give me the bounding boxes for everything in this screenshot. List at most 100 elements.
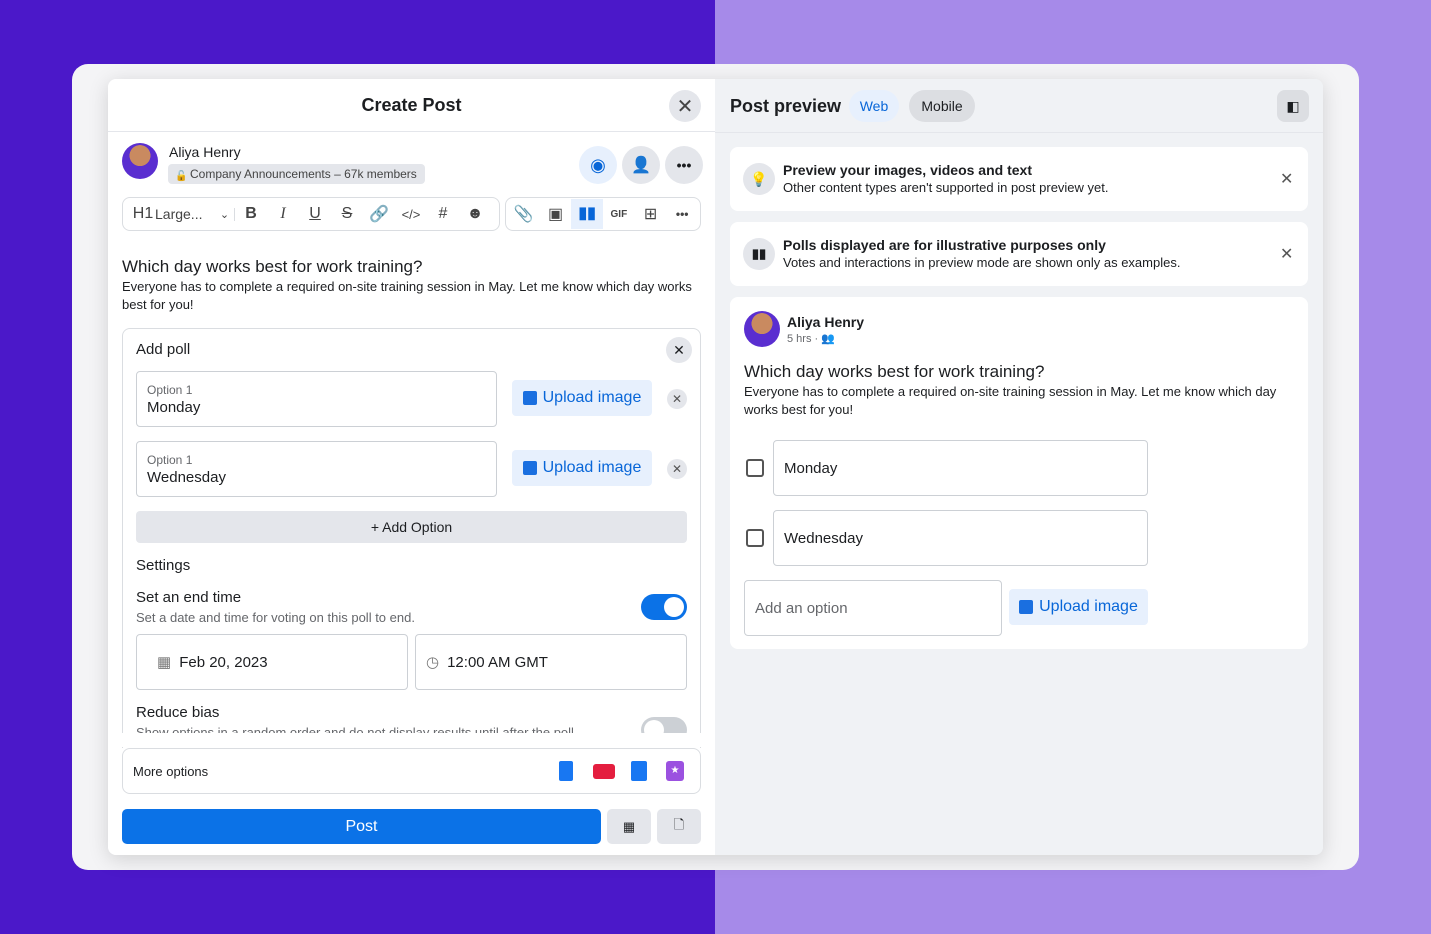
poll-icon: ▮▮ <box>743 238 775 270</box>
more-options-label: More options <box>133 764 209 779</box>
more-button[interactable]: ••• <box>665 146 703 184</box>
time-label: 5 hrs · <box>787 333 819 345</box>
more-icon[interactable]: ••• <box>666 207 698 221</box>
post-time: 5 hrs · 👥 <box>787 332 835 345</box>
preview-eye-button[interactable]: ◉ <box>579 146 617 184</box>
formatting-toolbar: H1 Large... ⌄ B I U S 🔗 </> # ☻ <box>122 197 500 231</box>
preview-title: Post preview <box>730 96 842 116</box>
form-icon[interactable] <box>559 761 573 781</box>
add-option-button[interactable]: + Add Option <box>136 511 687 543</box>
calendar-icon: ▦ <box>157 654 172 671</box>
insert-toolbar: 📎 ▣ ▮▮ GIF ⊞ ••• <box>505 197 701 231</box>
tab-mobile[interactable]: Mobile <box>909 90 975 122</box>
audience-icon: 👥 <box>821 333 835 345</box>
post-preview-panel: Post preview Web Mobile ◧ 💡 Preview your… <box>715 79 1323 855</box>
upload-label: Upload image <box>1039 598 1138 615</box>
text-style-dropdown[interactable]: Large... <box>155 206 215 222</box>
code-icon[interactable]: </> <box>395 207 427 222</box>
calendar-icon: ▦ <box>622 818 636 834</box>
notice-polls-illustrative: ▮▮ Polls displayed are for illustrative … <box>730 222 1308 286</box>
end-time-description: Set a date and time for voting on this p… <box>136 610 415 625</box>
option-label: Option 1 <box>147 453 193 467</box>
link-icon[interactable]: 🔗 <box>363 204 395 224</box>
author-name: Aliya Henry <box>787 314 865 330</box>
date-picker[interactable]: ▦ Feb 20, 2023 <box>136 634 408 690</box>
end-time-toggle[interactable] <box>641 594 687 620</box>
add-option-input[interactable]: Add an option <box>744 580 1002 636</box>
more-options-bar[interactable]: More options ★ <box>122 748 701 794</box>
video-icon[interactable]: ⊞ <box>635 204 667 224</box>
poll-checkbox-monday[interactable] <box>746 459 764 477</box>
lock-icon: 🔓 <box>175 171 188 182</box>
emoji-icon[interactable]: ☻ <box>459 205 491 223</box>
italic-icon[interactable]: I <box>267 205 299 223</box>
close-icon[interactable]: ✕ <box>1280 244 1293 264</box>
create-post-panel: Create Post ✕ Aliya Henry 🔓 Company Annou… <box>108 79 715 855</box>
heading-label: H1 <box>132 205 154 222</box>
add-person-button[interactable]: 👤 <box>622 146 660 184</box>
underline-icon[interactable]: U <box>299 205 331 223</box>
poll-option-monday[interactable]: Monday <box>773 440 1148 496</box>
live-video-icon[interactable] <box>593 764 615 779</box>
badge-icon[interactable]: ★ <box>666 761 684 781</box>
gif-icon[interactable]: GIF <box>603 209 635 220</box>
bold-icon[interactable]: B <box>235 205 267 223</box>
post-body-input[interactable]: Everyone has to complete a required on-s… <box>122 278 697 314</box>
avatar <box>122 143 158 179</box>
notice-description: Other content types aren't supported in … <box>783 180 1109 195</box>
image-plus-icon <box>522 461 537 475</box>
notice-title: Polls displayed are for illustrative pur… <box>783 237 1106 253</box>
preview-post-title: Which day works best for work training? <box>744 362 1045 381</box>
clock-icon: ◷ <box>426 654 440 671</box>
poll-editor: Add poll ✕ Option 1 Monday Upload image … <box>122 328 701 748</box>
audience-selector[interactable]: 🔓 Company Announcements – 67k members <box>168 164 425 184</box>
lightbulb-icon: 💡 <box>743 163 775 195</box>
attachment-icon[interactable]: 📎 <box>508 204 540 224</box>
time-value: 12:00 AM GMT <box>447 653 548 671</box>
strikethrough-icon[interactable]: S <box>331 205 363 223</box>
close-icon[interactable]: ✕ <box>1280 169 1293 189</box>
draft-button[interactable]: 🗋 <box>657 809 701 844</box>
option-value: Monday <box>147 399 201 416</box>
image-plus-icon <box>1019 600 1034 614</box>
end-time-title: Set an end time <box>136 589 242 606</box>
author-name: Aliya Henry <box>169 144 241 160</box>
remove-option-button[interactable]: ✕ <box>667 459 687 479</box>
poll-option-2-input[interactable]: Option 1 Wednesday <box>136 441 497 497</box>
notice-preview-support: 💡 Preview your images, videos and text O… <box>730 147 1308 211</box>
dialog-title: Create Post <box>108 79 715 132</box>
hashtag-icon[interactable]: # <box>427 205 459 223</box>
poll-title: Add poll <box>136 341 191 358</box>
upload-label: Upload image <box>542 459 642 476</box>
image-icon[interactable]: ▣ <box>540 204 572 224</box>
image-plus-icon <box>522 391 537 405</box>
reduce-bias-title: Reduce bias <box>136 704 220 721</box>
post-button[interactable]: Post <box>122 809 601 844</box>
tab-web[interactable]: Web <box>849 90 899 122</box>
close-poll-button[interactable]: ✕ <box>666 337 692 363</box>
poll-icon[interactable]: ▮▮ <box>571 199 604 229</box>
layout-toggle-icon[interactable]: ◧ <box>1277 90 1309 122</box>
upload-image-button[interactable]: Upload image <box>512 450 652 486</box>
date-value: Feb 20, 2023 <box>179 653 268 671</box>
chevron-down-icon[interactable]: ⌄ <box>215 207 235 221</box>
notice-title: Preview your images, videos and text <box>783 162 1032 178</box>
document-icon[interactable] <box>631 761 647 781</box>
poll-checkbox-wednesday[interactable] <box>746 529 764 547</box>
avatar <box>744 311 780 347</box>
post-title-input[interactable]: Which day works best for work training? <box>122 257 422 277</box>
schedule-button[interactable]: ▦ <box>607 809 651 844</box>
create-post-dialog: Create Post ✕ Aliya Henry 🔓 Company Annou… <box>108 79 1323 855</box>
time-picker[interactable]: ◷ 12:00 AM GMT <box>415 634 687 690</box>
poll-option-wednesday[interactable]: Wednesday <box>773 510 1148 566</box>
upload-image-button[interactable]: Upload image <box>512 380 652 416</box>
poll-option-1-input[interactable]: Option 1 Monday <box>136 371 497 427</box>
audience-label: Company Announcements – 67k members <box>190 167 417 181</box>
close-button[interactable]: ✕ <box>669 90 701 122</box>
upload-label: Upload image <box>542 389 642 406</box>
preview-post-body: Everyone has to complete a required on-s… <box>744 384 1277 417</box>
option-value: Wednesday <box>147 469 226 486</box>
settings-title: Settings <box>136 557 191 574</box>
upload-image-button[interactable]: Upload image <box>1009 589 1148 625</box>
remove-option-button[interactable]: ✕ <box>667 389 687 409</box>
